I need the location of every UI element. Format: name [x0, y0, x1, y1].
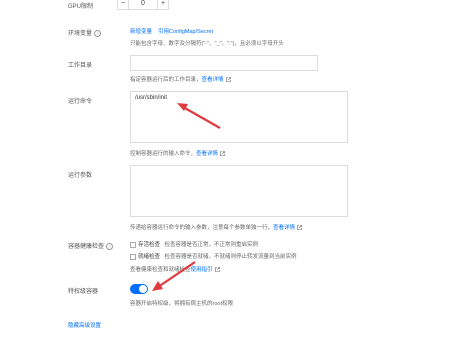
gpu-label: GPU限制 — [68, 4, 94, 10]
args-label: 运行参数 — [68, 173, 93, 179]
args-textarea[interactable] — [130, 165, 348, 217]
privileged-toggle[interactable] — [130, 284, 148, 294]
hide-advanced-link[interactable]: 隐藏高级设置 — [68, 321, 101, 329]
command-hint: 控制容器运行的输入命令，查看详情 — [130, 149, 225, 157]
env-label: 环境变量? — [68, 28, 102, 37]
workdir-details-link[interactable]: 查看详情 — [202, 77, 224, 83]
ref-configmap-link[interactable]: 引用ConfigMap/Secret — [158, 27, 213, 35]
command-value: /usr/sbin/init — [135, 95, 168, 101]
args-details-link[interactable]: 查看详情 — [273, 225, 295, 231]
env-hint: 只能包含字母、数字及分隔符("-"、"_"、".")，且必须以字母开头 — [130, 41, 284, 47]
liveness-label: 存活检查 — [138, 242, 161, 248]
liveness-checkbox-row[interactable]: 存活检查 检查容器是否正常，不正常则重启实例 — [130, 240, 258, 248]
readiness-checkbox[interactable] — [130, 253, 136, 260]
readiness-label: 就绪检查 — [138, 254, 161, 260]
command-textarea[interactable]: /usr/sbin/init — [130, 91, 348, 143]
gpu-value[interactable]: 0 — [129, 0, 157, 10]
readiness-desc: 检查容器是否就绪，不就绪则停止转发流量到当前实例 — [164, 254, 297, 260]
decrement-button[interactable]: − — [117, 0, 129, 10]
external-link-icon — [225, 77, 231, 82]
health-label: 容器健康检查? — [68, 241, 114, 250]
liveness-checkbox[interactable] — [130, 241, 136, 248]
help-icon[interactable]: ? — [94, 29, 102, 37]
usage-guide-link[interactable]: 使用指引 — [191, 267, 213, 273]
liveness-desc: 检查容器是否正常，不正常则重启实例 — [164, 242, 259, 248]
command-details-link[interactable]: 查看详情 — [196, 151, 218, 157]
workdir-hint: 指定容器运行后的工作目录，查看详情 — [130, 75, 231, 83]
external-link-icon — [220, 151, 225, 156]
gpu-stepper[interactable]: − 0 + — [117, 0, 169, 10]
toggle-knob — [139, 285, 147, 293]
external-link-icon — [297, 225, 302, 230]
health-footer: 查看健康检查和就绪检查使用指引 — [130, 265, 220, 273]
help-icon[interactable]: ? — [106, 242, 114, 250]
increment-button[interactable]: + — [157, 0, 169, 10]
args-hint: 传递给容器运行命令的输入参数，注意每个参数单独一行，查看详情 — [130, 223, 302, 231]
readiness-checkbox-row[interactable]: 就绪检查 检查容器是否就绪，不就绪则停止转发流量到当前实例 — [130, 252, 297, 260]
add-variable-link[interactable]: 新增变量 — [130, 27, 152, 35]
privileged-hint: 容器开启特权级，将拥有宿主机的root权限 — [130, 301, 233, 307]
workdir-label: 工作目录 — [68, 63, 93, 69]
workdir-input[interactable] — [130, 55, 318, 71]
command-label: 运行命令 — [68, 99, 93, 105]
privileged-label: 特权级容器 — [68, 289, 99, 295]
external-link-icon — [214, 267, 220, 272]
